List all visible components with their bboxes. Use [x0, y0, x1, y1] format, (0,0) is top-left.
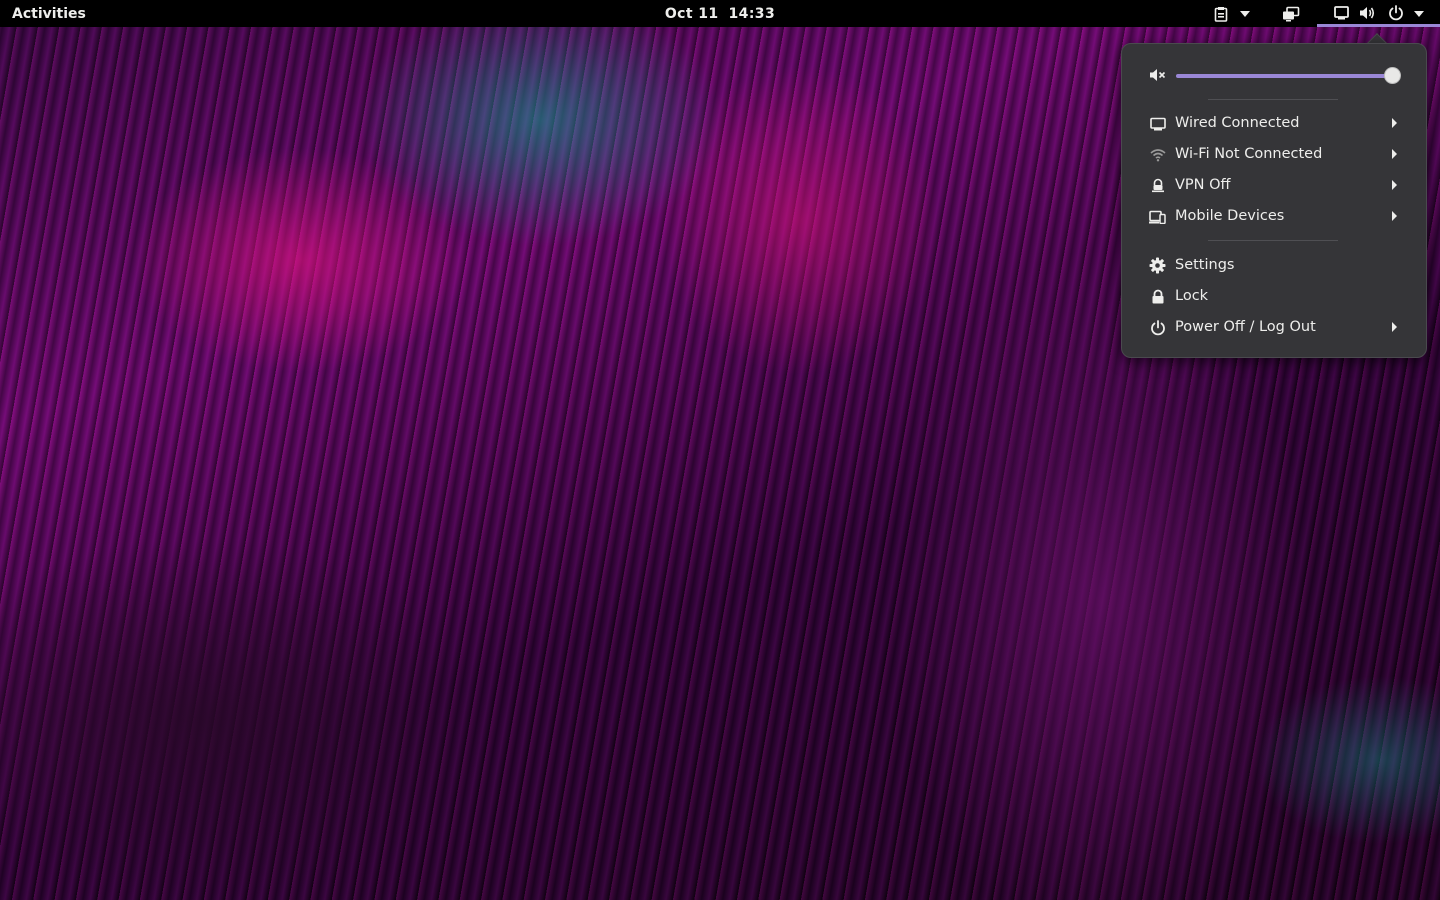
- system-status-area[interactable]: [1317, 0, 1440, 27]
- vpn-icon: [1149, 177, 1166, 194]
- volume-icon: [1360, 7, 1375, 19]
- dropdown-arrow-icon: [1240, 10, 1250, 17]
- network-wired-icon: [1334, 6, 1349, 20]
- clipboard-indicator[interactable]: [1214, 0, 1250, 27]
- menu-item-label: Wired Connected: [1175, 115, 1300, 131]
- submenu-arrow-icon: [1392, 322, 1397, 332]
- menu-item-label: VPN Off: [1175, 177, 1231, 193]
- gear-icon: [1149, 257, 1166, 274]
- dropdown-arrow-icon: [1414, 11, 1424, 17]
- menu-item-settings[interactable]: Settings: [1122, 250, 1428, 281]
- display-indicator[interactable]: [1282, 0, 1300, 27]
- top-bar: Activities Oct 11 14:33: [0, 0, 1440, 27]
- volume-slider-handle[interactable]: [1383, 67, 1401, 84]
- clipboard-icon: [1214, 6, 1228, 22]
- menu-item-lock[interactable]: Lock: [1122, 281, 1428, 312]
- menu-item-power-off[interactable]: Power Off / Log Out: [1122, 312, 1428, 343]
- menu-item-label: Settings: [1175, 257, 1235, 273]
- submenu-arrow-icon: [1392, 118, 1397, 128]
- display-icon: [1283, 6, 1300, 21]
- submenu-arrow-icon: [1392, 180, 1397, 190]
- clock-time: 14:33: [728, 5, 776, 22]
- menu-item-label: Lock: [1175, 288, 1209, 304]
- system-menu: Wired Connected Wi-Fi Not Connected VPN …: [1121, 43, 1427, 358]
- menu-item-label: Wi-Fi Not Connected: [1175, 146, 1323, 162]
- wifi-icon: [1149, 146, 1166, 163]
- wired-icon: [1149, 115, 1166, 132]
- menu-item-label: Mobile Devices: [1175, 208, 1285, 224]
- clock-button[interactable]: Oct 11 14:33: [620, 0, 820, 27]
- menu-item-wifi[interactable]: Wi-Fi Not Connected: [1122, 139, 1428, 170]
- clock-date: Oct 11: [664, 5, 719, 22]
- activities-button[interactable]: Activities: [12, 0, 86, 27]
- menu-item-vpn[interactable]: VPN Off: [1122, 170, 1428, 201]
- power-icon: [1389, 5, 1403, 21]
- menu-item-wired[interactable]: Wired Connected: [1122, 108, 1428, 139]
- menu-separator: [1208, 99, 1338, 100]
- mobile-devices-icon: [1149, 208, 1166, 225]
- volume-muted-icon: [1150, 69, 1166, 81]
- active-indicator-underline: [1317, 24, 1440, 27]
- power-icon: [1149, 319, 1166, 336]
- menu-separator: [1208, 240, 1338, 241]
- submenu-arrow-icon: [1392, 149, 1397, 159]
- lock-icon: [1149, 288, 1166, 305]
- submenu-arrow-icon: [1392, 211, 1397, 221]
- menu-item-label: Power Off / Log Out: [1175, 319, 1316, 335]
- volume-slider[interactable]: [1176, 74, 1392, 78]
- volume-control: [1122, 62, 1428, 90]
- menu-item-mobile-devices[interactable]: Mobile Devices: [1122, 201, 1428, 232]
